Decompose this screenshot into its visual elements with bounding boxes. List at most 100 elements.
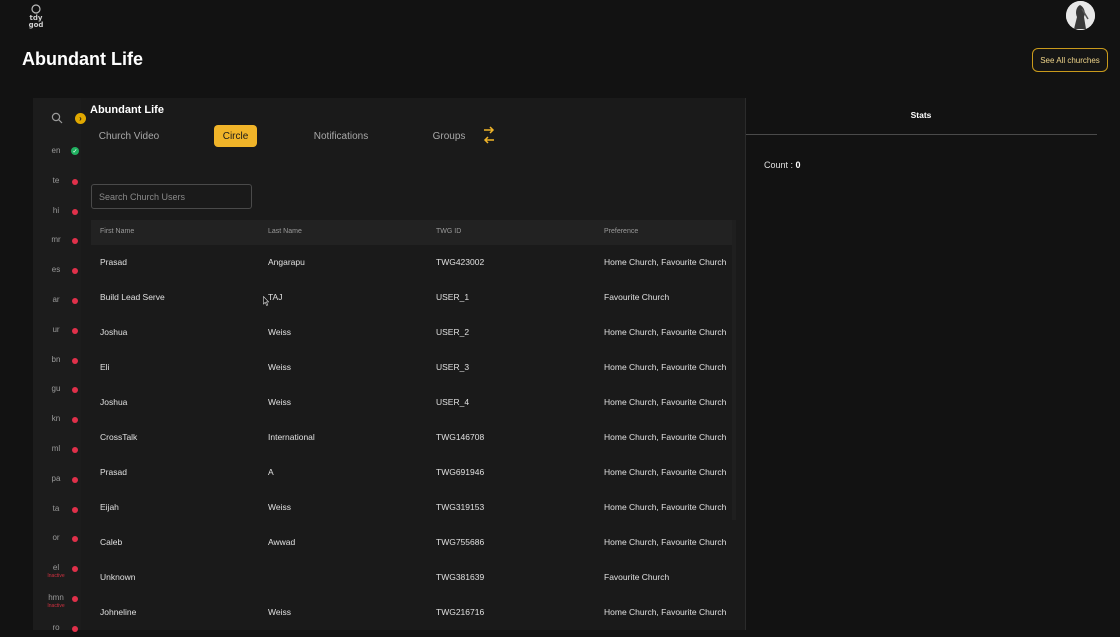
app-logo[interactable]: tdy god (24, 3, 48, 29)
cell-preference: Home Church, Favourite Church (604, 397, 727, 407)
cell-preference: Home Church, Favourite Church (604, 327, 727, 337)
status-dot (72, 506, 78, 513)
status-dot (72, 447, 78, 453)
check-circle-icon: ✓ (71, 147, 79, 155)
language-item-hi[interactable]: hi (46, 206, 80, 220)
language-code: ur (52, 324, 60, 334)
tab-church-video[interactable]: Church Video (92, 125, 166, 147)
language-item-el[interactable]: el Inactive (46, 563, 80, 579)
search-church-users-input[interactable] (91, 184, 252, 209)
language-item-pa[interactable]: pa (46, 474, 80, 488)
language-item-ta[interactable]: ta (46, 504, 80, 518)
table-row[interactable]: Build Lead Serve TAJ USER_1 Favourite Churc… (91, 280, 732, 315)
status-dot (72, 476, 78, 483)
status-dot (72, 536, 78, 543)
language-code: el (52, 563, 60, 573)
tab-groups[interactable]: Groups (425, 125, 473, 147)
swap-arrows-icon[interactable] (482, 124, 496, 146)
table-row[interactable]: Joshua Weiss USER_2 Home Church, Favourite … (91, 315, 732, 350)
cell-first-name: Unknown (100, 572, 136, 582)
status-dot (72, 298, 78, 304)
language-item-gu[interactable]: gu (46, 384, 80, 398)
status-dot (72, 596, 78, 602)
table-row[interactable]: Joshua Weiss USER_4 Home Church, Favourite … (91, 385, 732, 420)
count-label: Count : (764, 160, 796, 170)
language-item-kn[interactable]: kn (46, 414, 80, 428)
column-header-twg-id[interactable]: TWG ID (436, 228, 461, 235)
cell-preference: Home Church, Favourite Church (604, 537, 727, 547)
cell-twg-id: TWG146708 (436, 432, 485, 442)
cell-twg-id: TWG691946 (436, 467, 485, 477)
language-code: hi (52, 205, 60, 215)
column-header-preference[interactable]: Preference (604, 228, 638, 235)
cell-twg-id: TWG755686 (436, 537, 485, 547)
table-row[interactable]: Caleb Awwad TWG755686 Home Church, Favourit… (91, 525, 732, 560)
language-item-es[interactable]: es (46, 265, 80, 279)
count-value: 0 (795, 160, 801, 170)
page-title: Abundant Life (22, 49, 143, 69)
cell-twg-id: USER_2 (436, 327, 470, 337)
cell-preference: Home Church, Favourite Church (604, 362, 727, 372)
language-item-bn[interactable]: bn (46, 355, 80, 369)
language-code: or (52, 533, 60, 543)
language-item-mr[interactable]: mr (46, 235, 80, 249)
table-row[interactable]: Eijah Weiss TWG319153 Home Church, Favourit… (91, 490, 732, 525)
panel-title: Abundant Life (90, 104, 164, 116)
cell-last-name: Weiss (268, 362, 291, 372)
mouse-cursor-icon (263, 293, 270, 306)
status-dot (72, 178, 78, 185)
table-header: First Name Last Name TWG ID Preference (91, 220, 732, 245)
cell-first-name: Joshua (100, 397, 128, 407)
cell-first-name: Joshua (100, 327, 128, 337)
status-dot (72, 208, 78, 215)
stats-title: Stats (910, 110, 932, 120)
language-code: ta (52, 503, 60, 513)
see-all-churches-button[interactable]: See All churches (1032, 48, 1108, 72)
church-users-table: First Name Last Name TWG ID Preference P… (91, 220, 732, 630)
language-code: hmn (48, 593, 64, 602)
status-dot (72, 625, 78, 632)
cell-last-name: Weiss (268, 607, 291, 617)
cell-preference: Home Church, Favourite Church (604, 467, 727, 477)
table-row[interactable]: Prasad A TWG691946 Home Church, Favourite C… (91, 455, 732, 490)
cell-preference: Home Church, Favourite Church (604, 502, 727, 512)
cell-twg-id: TWG216716 (436, 607, 485, 617)
cell-twg-id: USER_4 (436, 397, 470, 407)
cell-preference: Home Church, Favourite Church (604, 607, 727, 617)
language-status-label: Inactive (47, 603, 65, 609)
status-dot (72, 327, 78, 334)
language-code: ar (52, 295, 60, 304)
status-dot (72, 387, 78, 394)
table-row[interactable]: Unknown TWG381639 Favourite Church (91, 560, 732, 595)
language-code: mr (51, 235, 61, 245)
cell-twg-id: TWG423002 (436, 257, 485, 267)
tab-circle[interactable]: Circle (214, 125, 257, 147)
language-item-ur[interactable]: ur (46, 325, 80, 339)
cell-last-name: Angarapu (268, 257, 305, 267)
language-code: pa (51, 473, 61, 483)
language-item-or[interactable]: or (46, 533, 80, 547)
column-header-first-name[interactable]: First Name (100, 228, 134, 235)
avatar-icon (1066, 1, 1095, 30)
language-item-en[interactable]: en ✓ (46, 146, 80, 160)
table-row[interactable]: Johneline Weiss TWG216716 Home Church, Favo… (91, 595, 732, 630)
cell-preference: Home Church, Favourite Church (604, 257, 727, 267)
column-header-last-name[interactable]: Last Name (268, 228, 302, 235)
chevron-right-icon[interactable]: › (75, 113, 86, 124)
language-item-ml[interactable]: ml (46, 444, 80, 458)
svg-text:god: god (29, 21, 44, 29)
search-icon[interactable] (51, 111, 63, 124)
cell-preference: Home Church, Favourite Church (604, 432, 727, 442)
language-item-ar[interactable]: ar (46, 295, 80, 309)
language-item-te[interactable]: te (46, 176, 80, 190)
table-row[interactable]: Prasad Angarapu TWG423002 Home Church, Favo… (91, 245, 732, 280)
language-code: ml (51, 444, 61, 453)
logo-icon: tdy god (29, 4, 44, 29)
table-row[interactable]: Eli Weiss USER_3 Home Church, Favourite Chu… (91, 350, 732, 385)
user-avatar[interactable] (1066, 1, 1095, 30)
status-dot (72, 238, 78, 245)
table-row[interactable]: CrossTalk International TWG146708 Home Chur… (91, 420, 732, 455)
tab-notifications[interactable]: Notifications (306, 125, 376, 147)
table-scrollbar[interactable] (732, 220, 736, 520)
language-item-hmn[interactable]: hmn Inactive (46, 593, 80, 609)
